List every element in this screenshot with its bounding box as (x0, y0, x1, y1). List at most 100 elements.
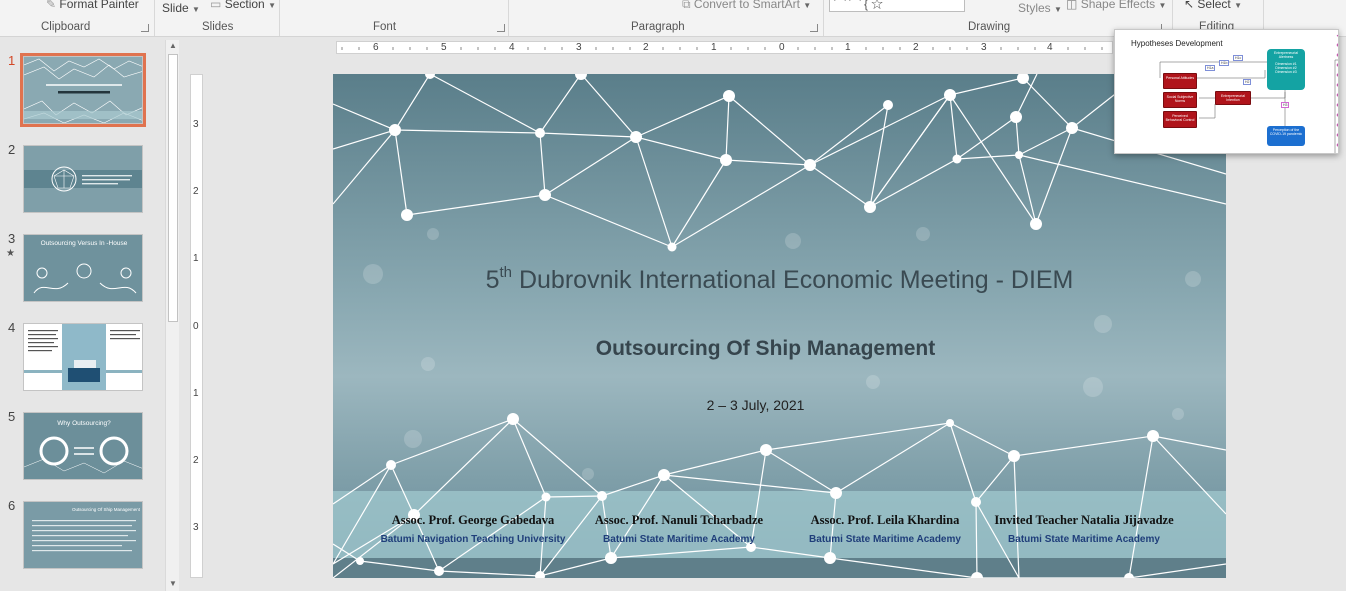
chevron-down-icon: ▼ (1234, 1, 1243, 10)
author-affiliation: Batumi State Maritime Academy (809, 534, 961, 545)
entrepreneurial-alertness-box: Entrepreneurial Alertness Dimension #1 D… (1267, 49, 1305, 90)
author-block-2[interactable]: Assoc. Prof. Nanuli Tcharbadze Batumi St… (579, 513, 779, 545)
slide-thumbnail-4[interactable] (23, 323, 143, 391)
paragraph-launcher-icon[interactable] (810, 24, 818, 32)
thumbnail-number: 2 (8, 142, 16, 157)
shape-effects-icon: ◫ (1066, 0, 1078, 11)
thumbnail-4-art (24, 324, 142, 390)
ruler-number: 3 (981, 42, 987, 53)
convert-smartart-button[interactable]: ⧉ Convert to SmartArt ▼ (682, 0, 811, 12)
ruler-number: 3 (576, 42, 582, 53)
clipboard-launcher-icon[interactable] (141, 24, 149, 32)
font-group-label: Font (373, 21, 397, 33)
ribbon-separator (154, 0, 155, 36)
scroll-down-icon[interactable]: ▼ (166, 578, 180, 590)
thumbnail-number: 5 (8, 409, 16, 424)
paragraph-group-label: Paragraph (631, 21, 685, 33)
alertness-dimensions: Dimension #1 Dimension #2 Dimension #3 (1275, 62, 1297, 74)
horizontal-ruler: 6 5 4 3 2 1 0 1 2 3 4 (336, 41, 1113, 54)
slide-canvas[interactable]: 5th Dubrovnik International Economic Mee… (333, 74, 1226, 578)
thumbnail-6-title: Outsourcing Of Ship Management (72, 507, 141, 512)
ruler-number: 2 (913, 42, 919, 53)
thumbnail-5-title: Why Outsourcing? (57, 420, 111, 427)
entrepreneurial-intention-box: Entrepreneurial Intention (1215, 91, 1251, 105)
hypothesis-label: H1a (1205, 65, 1216, 71)
alertness-title: Entrepreneurial Alertness (1274, 51, 1298, 59)
top-network-nodes (389, 74, 1078, 252)
ribbon-separator (508, 0, 509, 36)
ruler-number: 0 (193, 321, 199, 332)
section-button[interactable]: ▭ Section ▼ (210, 0, 276, 11)
thumbnail-scrollbar[interactable]: ▲ ▼ (165, 40, 179, 591)
ruler-number: 1 (193, 253, 199, 264)
convert-smartart-label: Convert to SmartArt (693, 0, 800, 11)
slide-title[interactable]: 5th Dubrovnik International Economic Mee… (333, 264, 1226, 295)
ribbon-separator (279, 0, 280, 36)
slide-subtitle[interactable]: Outsourcing Of Ship Management (333, 337, 1198, 361)
slide-thumbnail-5[interactable]: Why Outsourcing? (23, 412, 143, 480)
author-block-1[interactable]: Assoc. Prof. George Gabedava Batumi Navi… (373, 513, 573, 545)
slide-preview-popup[interactable]: Hypotheses Development Personal Attitude… (1114, 29, 1339, 154)
slide-thumbnail-1[interactable] (20, 53, 146, 127)
section-icon: ▭ (210, 0, 222, 11)
author-affiliation: Batumi State Maritime Academy (603, 534, 755, 545)
thumbnail-2-art (24, 146, 142, 212)
title-number: 5 (485, 266, 500, 294)
chevron-down-icon: ▼ (268, 1, 276, 10)
section-label: Section (224, 0, 265, 11)
new-slide-label: Slide (162, 1, 189, 15)
paintbrush-icon: ✎ (46, 0, 57, 11)
quick-styles-button[interactable]: Styles ▼ (1018, 1, 1062, 15)
ruler-number: 2 (193, 455, 199, 466)
shapes-gallery[interactable]: ⌒⌒{☆ (829, 0, 965, 12)
author-name: Invited Teacher Natalia Jijavadze (994, 513, 1174, 527)
author-name: Assoc. Prof. George Gabedava (391, 513, 555, 527)
slide-thumbnail-6[interactable]: Outsourcing Of Ship Management (23, 501, 143, 569)
scroll-up-icon[interactable]: ▲ (166, 40, 180, 52)
hypothesis-label: H1b (1219, 60, 1230, 66)
chevron-down-icon: ▼ (803, 1, 812, 10)
font-launcher-icon[interactable] (497, 24, 505, 32)
chevron-down-icon: ▼ (1054, 5, 1062, 14)
slide-date[interactable]: 2 – 3 July, 2021 (333, 397, 1178, 413)
thumbnail-number: 3 (8, 231, 16, 246)
top-network-lines (333, 74, 1226, 249)
hypothesis-label: H3 (1281, 102, 1290, 108)
thumbnail-1-art (24, 57, 142, 123)
vertical-ruler: 3 2 1 0 1 2 3 (190, 74, 203, 578)
thumbnail-6-art: Outsourcing Of Ship Management (24, 502, 142, 568)
bottom-network-lines (333, 418, 1226, 578)
slide-thumbnail-2[interactable] (23, 145, 143, 213)
scrollbar-thumb[interactable] (168, 54, 178, 322)
thumbnail-number: 4 (8, 320, 16, 335)
ruler-number: 2 (193, 186, 199, 197)
format-painter-label: Format Painter (59, 0, 139, 11)
author-name: Assoc. Prof. Leila Khardina (810, 513, 960, 527)
thumbnail-number: 1 (8, 53, 16, 68)
shape-effects-button[interactable]: ◫ Shape Effects ▼ (1066, 0, 1166, 11)
slides-group-label: Slides (202, 21, 234, 33)
ruler-number: 2 (643, 42, 649, 53)
ruler-ticks (341, 47, 1103, 50)
ruler-number: 1 (711, 42, 717, 53)
title-text: Dubrovnik International Economic Meeting… (512, 266, 1074, 294)
author-block-4[interactable]: Invited Teacher Natalia Jijavadze Batumi… (969, 513, 1199, 545)
ruler-number: 0 (779, 42, 785, 53)
author-affiliation: Batumi Navigation Teaching University (380, 534, 566, 545)
author-block-3[interactable]: Assoc. Prof. Leila Khardina Batumi State… (785, 513, 985, 545)
ruler-number: 5 (441, 42, 447, 53)
author-name: Assoc. Prof. Nanuli Tcharbadze (594, 513, 764, 527)
perceived-control-box: Perceived Behavioral Control (1163, 111, 1197, 128)
cursor-icon: ↖ (1184, 0, 1195, 11)
drawing-group-label: Drawing (968, 21, 1011, 33)
format-painter-button[interactable]: ✎ Format Painter (46, 0, 139, 11)
slide-thumbnail-pane: 1 2 3 ★ Outsourcing Versus In -House 4 5… (0, 37, 182, 591)
thumbnail-3-art: Outsourcing Versus In -House (24, 235, 142, 301)
bottom-network-nodes (356, 413, 1159, 578)
slide-thumbnail-3[interactable]: Outsourcing Versus In -House (23, 234, 143, 302)
covid-perception-box: Perception of the COVID-19 pandemic (1267, 126, 1305, 146)
network-background-art (333, 74, 1226, 578)
new-slide-button[interactable]: Slide ▼ (162, 1, 200, 15)
select-button[interactable]: ↖ Select ▼ (1184, 0, 1242, 11)
shape-effects-label: Shape Effects (1080, 0, 1156, 11)
